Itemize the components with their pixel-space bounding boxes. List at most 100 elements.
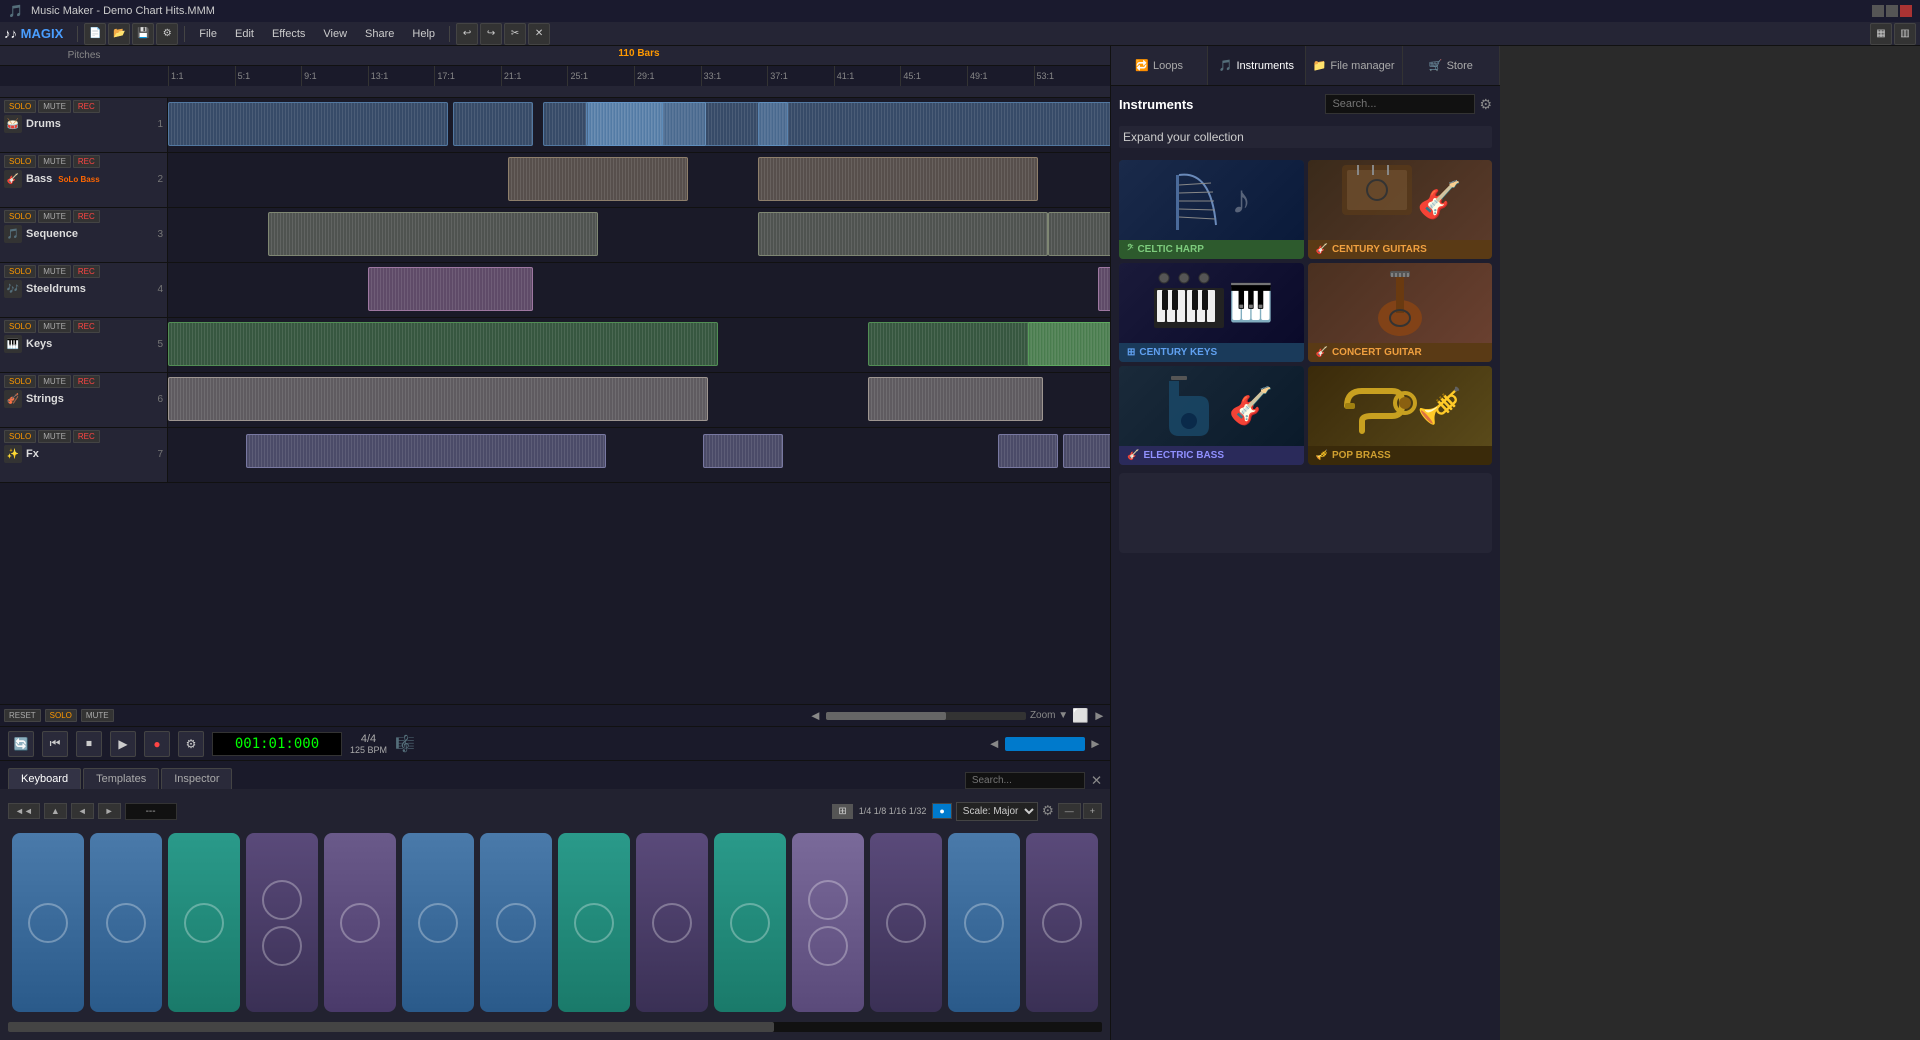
instrument-card-century-guitars[interactable]: 🎸 CENTURY GUITARS xyxy=(1308,160,1493,259)
piano-key-3[interactable] xyxy=(168,833,240,1012)
save-button[interactable]: 💾 xyxy=(132,23,154,45)
grid-view-2[interactable]: ▥ xyxy=(1894,23,1916,45)
all-solo-button[interactable]: SOLO xyxy=(45,709,77,722)
instrument-card-pop-brass[interactable]: 🎺 POP BRASS xyxy=(1308,366,1493,465)
piano-key-2[interactable] xyxy=(90,833,162,1012)
menu-file[interactable]: File xyxy=(191,26,225,42)
track-5-solo[interactable]: SOLO xyxy=(4,320,36,333)
track-1-rec[interactable]: REC xyxy=(73,100,100,113)
stop-button[interactable]: ⏹ xyxy=(76,731,102,757)
undo-button[interactable]: ↩ xyxy=(456,23,478,45)
piano-key-10[interactable] xyxy=(714,833,786,1012)
kb-nav-3[interactable]: ◄ xyxy=(71,803,94,819)
volume-bar[interactable] xyxy=(1005,737,1085,751)
piano-key-14[interactable] xyxy=(1026,833,1098,1012)
piano-key-4[interactable] xyxy=(246,833,318,1012)
track-1-mute[interactable]: MUTE xyxy=(38,100,71,113)
zoom-scrollbar[interactable] xyxy=(826,712,1026,720)
track-7-solo[interactable]: SOLO xyxy=(4,430,36,443)
tab-keyboard[interactable]: Keyboard xyxy=(8,768,81,789)
piano-key-13[interactable] xyxy=(948,833,1020,1012)
menu-help[interactable]: Help xyxy=(404,26,443,42)
maximize-button[interactable] xyxy=(1886,5,1898,17)
piano-key-6[interactable] xyxy=(402,833,474,1012)
rewind-button[interactable]: ⏮ xyxy=(42,731,68,757)
track-2-content[interactable] xyxy=(168,153,1110,207)
menu-share[interactable]: Share xyxy=(357,26,402,42)
kb-nav-2[interactable]: ▲ xyxy=(44,803,67,819)
track-4-rec[interactable]: REC xyxy=(73,265,100,278)
track-4-content[interactable] xyxy=(168,263,1110,317)
redo-button[interactable]: ↪ xyxy=(480,23,502,45)
track-7-mute[interactable]: MUTE xyxy=(38,430,71,443)
track-3-solo[interactable]: SOLO xyxy=(4,210,36,223)
piano-key-5[interactable] xyxy=(324,833,396,1012)
all-mute-button[interactable]: MUTE xyxy=(81,709,114,722)
menu-edit[interactable]: Edit xyxy=(227,26,262,42)
menu-effects[interactable]: Effects xyxy=(264,26,313,42)
minimize-button[interactable] xyxy=(1872,5,1884,17)
instruments-settings-button[interactable]: ⚙ xyxy=(1479,96,1492,113)
instrument-card-concert-guitar[interactable]: 🎸 CONCERT GUITAR xyxy=(1308,263,1493,362)
track-1-solo[interactable]: SOLO xyxy=(4,100,36,113)
metronome-button[interactable]: 🎼 xyxy=(395,734,415,754)
record-button[interactable]: ● xyxy=(144,731,170,757)
track-6-rec[interactable]: REC xyxy=(73,375,100,388)
piano-key-12[interactable] xyxy=(870,833,942,1012)
kb-ctrl-1[interactable]: — xyxy=(1058,803,1081,819)
track-2-solo[interactable]: SOLO xyxy=(4,155,36,168)
piano-key-9[interactable] xyxy=(636,833,708,1012)
kb-grid-btn[interactable]: ⊞ xyxy=(832,804,852,819)
tab-instruments[interactable]: 🎵 Instruments xyxy=(1208,46,1305,85)
open-button[interactable]: 📂 xyxy=(108,23,130,45)
tab-file-manager[interactable]: 📁 File manager xyxy=(1306,46,1403,85)
piano-key-8[interactable] xyxy=(558,833,630,1012)
tab-templates[interactable]: Templates xyxy=(83,768,159,789)
play-button[interactable]: ▶ xyxy=(110,731,136,757)
track-2-rec[interactable]: REC xyxy=(73,155,100,168)
volume-left[interactable]: ◄ xyxy=(988,736,1001,751)
track-3-content[interactable] xyxy=(168,208,1110,262)
track-scroll-left[interactable]: ◄ xyxy=(809,708,822,723)
scale-select[interactable]: Scale: Major xyxy=(956,802,1038,821)
track-2-mute[interactable]: MUTE xyxy=(38,155,71,168)
kb-settings[interactable]: ⚙ xyxy=(1042,803,1054,819)
piano-scrollbar[interactable] xyxy=(8,1022,1102,1032)
volume-right[interactable]: ► xyxy=(1089,736,1102,751)
settings-button[interactable]: ⚙ xyxy=(178,731,204,757)
cancel-button[interactable]: ✕ xyxy=(528,23,550,45)
track-4-mute[interactable]: MUTE xyxy=(38,265,71,278)
track-5-content[interactable] xyxy=(168,318,1110,372)
loop-button[interactable]: 🔄 xyxy=(8,731,34,757)
kb-nav-1[interactable]: ◄◄ xyxy=(8,803,40,819)
track-1-content[interactable] xyxy=(168,98,1110,152)
track-6-mute[interactable]: MUTE xyxy=(38,375,71,388)
cut-button[interactable]: ✂ xyxy=(504,23,526,45)
tab-store[interactable]: 🛒 Store xyxy=(1403,46,1500,85)
track-scroll-right[interactable]: ► xyxy=(1093,708,1106,723)
track-5-rec[interactable]: REC xyxy=(73,320,100,333)
track-3-rec[interactable]: REC xyxy=(73,210,100,223)
track-6-content[interactable] xyxy=(168,373,1110,427)
close-button[interactable] xyxy=(1900,5,1912,17)
kb-ctrl-2[interactable]: + xyxy=(1083,803,1102,819)
track-4-solo[interactable]: SOLO xyxy=(4,265,36,278)
bottom-search[interactable] xyxy=(965,772,1085,789)
instrument-card-electric-bass[interactable]: 🎸 ELECTRIC BASS xyxy=(1119,366,1304,465)
kb-zoom[interactable]: ● xyxy=(932,803,951,819)
grid-view-1[interactable]: ▦ xyxy=(1870,23,1892,45)
piano-key-1[interactable] xyxy=(12,833,84,1012)
options-button[interactable]: ⚙ xyxy=(156,23,178,45)
tab-inspector[interactable]: Inspector xyxy=(161,768,232,789)
track-7-rec[interactable]: REC xyxy=(73,430,100,443)
tab-loops[interactable]: 🔁 Loops xyxy=(1111,46,1208,85)
new-button[interactable]: 📄 xyxy=(84,23,106,45)
reset-button[interactable]: RESET xyxy=(4,709,41,722)
kb-nav-4[interactable]: ► xyxy=(98,803,121,819)
piano-key-7[interactable] xyxy=(480,833,552,1012)
piano-key-11[interactable] xyxy=(792,833,864,1012)
track-6-solo[interactable]: SOLO xyxy=(4,375,36,388)
menu-view[interactable]: View xyxy=(315,26,355,42)
track-3-mute[interactable]: MUTE xyxy=(38,210,71,223)
instruments-search[interactable] xyxy=(1325,94,1475,114)
